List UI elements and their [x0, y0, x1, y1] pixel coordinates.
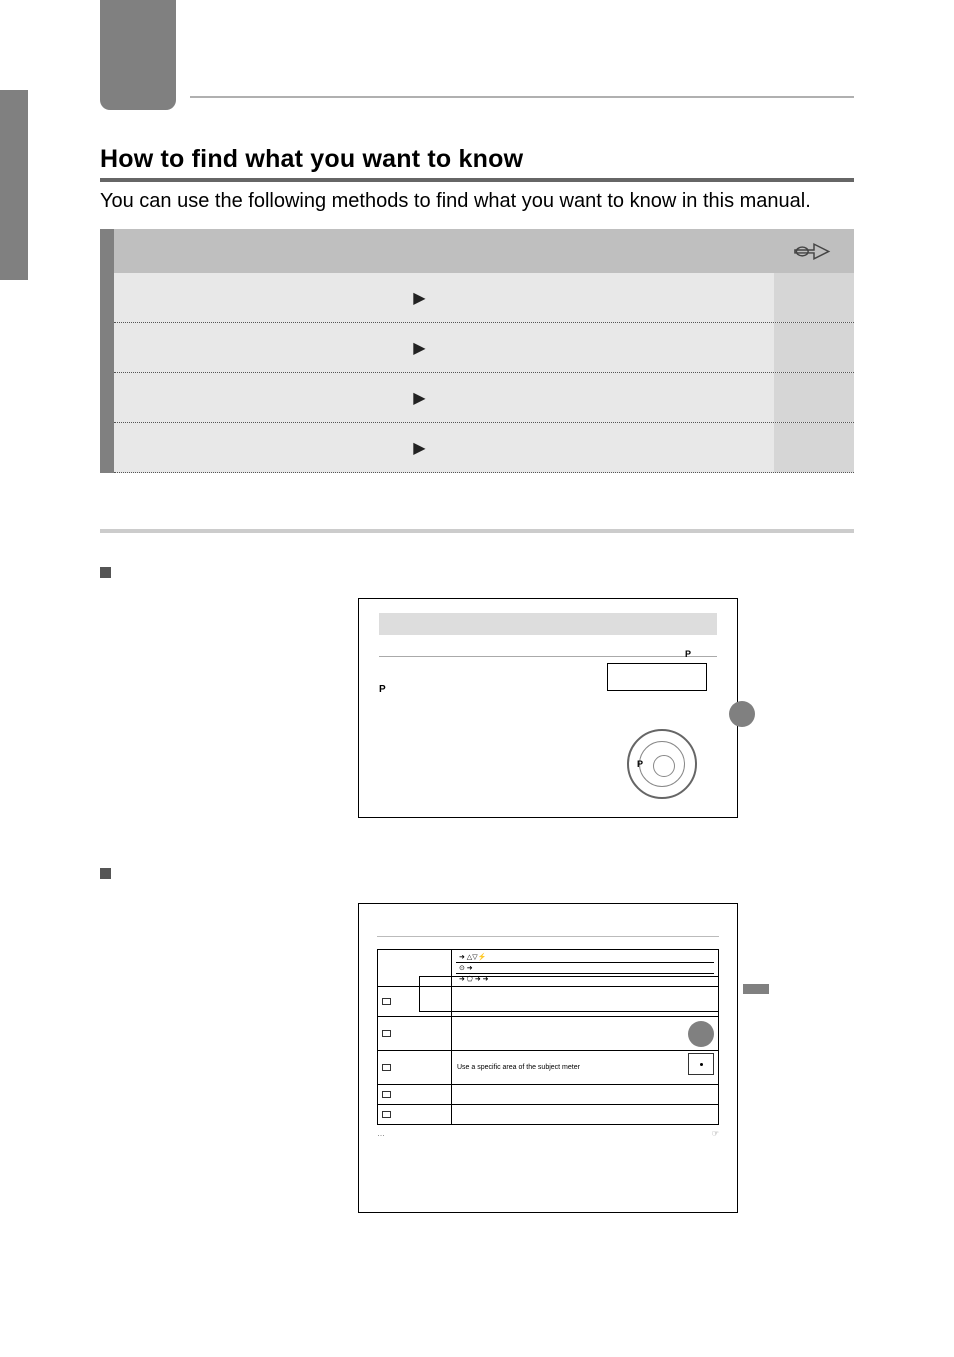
sample-rule — [379, 656, 717, 657]
sample2-row — [378, 1084, 718, 1104]
mode-dial-icon: P — [627, 729, 697, 799]
square-bullet-icon — [100, 868, 111, 879]
sample-title-bar — [379, 613, 717, 635]
top-tab — [100, 0, 176, 110]
header-rule — [190, 96, 854, 98]
sample2-cell-text: Use a specific area of the subject meter — [457, 1064, 580, 1071]
bullet-heading — [100, 864, 854, 879]
table-row: ▶ — [114, 273, 854, 323]
sample2-head-b1: ➜ △▽⚡ — [456, 952, 714, 963]
mode-callout-box — [607, 663, 707, 691]
sample2-row — [378, 1104, 718, 1124]
table-header-row — [114, 229, 854, 273]
dial-p-letter: P — [637, 759, 643, 769]
subsection-rule — [100, 529, 854, 533]
lookup-table: ▶ ▶ ▶ ▶ — [100, 229, 854, 473]
callout-marker — [729, 701, 755, 727]
table-row: ▶ — [114, 323, 854, 373]
row-page — [774, 423, 854, 472]
sample2-row — [378, 1016, 718, 1050]
bullet-heading — [100, 563, 854, 578]
sample2-rule — [377, 936, 719, 937]
square-dot-mini-icon — [382, 1111, 391, 1118]
row-page — [774, 323, 854, 372]
sample-text — [379, 641, 717, 650]
title-underline — [100, 178, 854, 182]
sample2-row: Use a specific area of the subject meter — [378, 1050, 718, 1084]
section-title: How to find what you want to know — [100, 145, 854, 174]
sample-page-figure-1: P P P — [358, 598, 738, 818]
sample-page-figure-2: ➜ △▽⚡ ⊙ ➜ ➜ ⬠ ➜ ➜ — [358, 903, 738, 1213]
callout-marker — [688, 1021, 714, 1047]
square-bullet-icon — [100, 567, 111, 578]
row-page — [774, 373, 854, 422]
arrow-icon: ▶ — [413, 388, 425, 408]
subsection: P P P — [100, 529, 854, 1213]
square-dot-mini-icon — [382, 1030, 391, 1037]
sample2-head-b3: ➜ ⬠ ➜ ➜ — [456, 974, 714, 984]
arrow-icon: ▶ — [413, 288, 425, 308]
sample2-footer-left: … — [377, 1129, 385, 1138]
table-row: ▶ — [114, 423, 854, 473]
mode-dial-mark: P — [685, 649, 691, 659]
arrow-icon: ▶ — [413, 338, 425, 358]
spot-frame-icon — [688, 1053, 714, 1075]
sample2-head-b2: ⊙ ➜ — [456, 963, 714, 974]
sample2-footer-right: ☞ — [712, 1129, 719, 1138]
square-dot-mini-icon — [382, 1064, 391, 1071]
grid-mini-icon — [382, 998, 391, 1005]
row-page — [774, 273, 854, 322]
table-row: ▶ — [114, 373, 854, 423]
arrow-icon: ▶ — [413, 438, 425, 458]
table-accent-bar — [100, 229, 114, 473]
section-intro: You can use the following methods to fin… — [100, 190, 854, 213]
square-dot-mini-icon — [382, 1091, 391, 1098]
side-tab — [0, 90, 28, 280]
callout-connector — [743, 984, 769, 994]
pointing-hand-icon — [792, 235, 836, 270]
content-area: How to find what you want to know You ca… — [100, 145, 854, 1213]
